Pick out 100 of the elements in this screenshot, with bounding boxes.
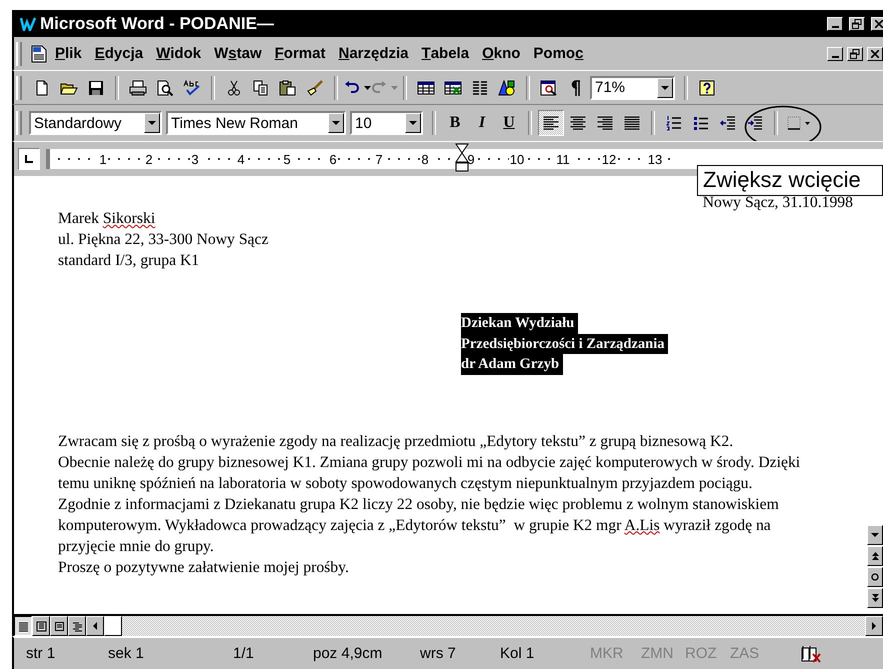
paintbrush-icon (306, 80, 324, 96)
menu-item[interactable]: Pomoc (528, 43, 590, 64)
previous-page-button[interactable] (867, 546, 883, 566)
document-close-button[interactable] (867, 46, 883, 60)
window-title: Microsoft Word - PODANIE— (40, 14, 274, 34)
dropdown-caret-icon (390, 86, 398, 90)
status-item: wrs 7 (420, 645, 457, 662)
menu-item[interactable]: Wstaw (209, 43, 268, 64)
close-icon (871, 50, 879, 58)
left-arrow-icon (93, 622, 97, 630)
pilcrow-icon (571, 80, 581, 96)
columns-icon (472, 80, 488, 94)
normal-view-icon (18, 620, 28, 632)
status-item: ZMN (641, 645, 674, 662)
outline-view-icon (72, 620, 82, 632)
bold-button[interactable]: B (442, 110, 468, 136)
body-text-line: Zwracam się z prośbą o wyrażenie zgody na realizację przedmiotu „Edytory tekstu” z grupą biznesową K2. (58, 432, 734, 452)
alignment-button[interactable] (538, 110, 564, 136)
dropdown-arrow-icon (148, 121, 156, 125)
body-text-line: Proszę o pozytywne załatwienie mojej prośby. (58, 558, 349, 578)
restore-icon (852, 18, 862, 28)
double-down-arrow-icon (872, 594, 878, 602)
close-icon (875, 20, 883, 28)
down-arrow-icon (871, 533, 879, 537)
printer-icon (129, 80, 147, 96)
zoom-dropdown[interactable]: 71% (590, 76, 675, 100)
status-item: sek 1 (108, 645, 145, 662)
sender-line: standard I/3, grupa K1 (58, 251, 200, 271)
style-dropdown[interactable]: Standardowy (29, 111, 162, 135)
sender-line: Marek Sikorski (58, 209, 156, 229)
table-grid-icon (417, 80, 435, 96)
italic-button[interactable]: I (469, 110, 495, 136)
right-arrow-icon (872, 622, 876, 630)
menu-item[interactable]: Okno (477, 43, 526, 64)
dropdown-arrow-icon (661, 86, 669, 90)
toolbar-grip[interactable] (16, 111, 22, 135)
scissors-icon (227, 80, 241, 96)
menu-item[interactable]: Tabela (416, 43, 476, 64)
ruler-number: 3 (190, 152, 200, 166)
book-check-icon (800, 644, 822, 662)
scroll-down-button[interactable] (867, 525, 883, 545)
document-restore-button[interactable] (847, 46, 863, 60)
word-logo-icon (20, 16, 36, 30)
dropdown-arrow-icon (409, 121, 417, 125)
justify-icon (624, 116, 640, 130)
body-text-line: Zgodnie z informacjami z Dziekanatu grupa K2 liczy 22 osoby, nie będzie więc problemu z wolnym stanowiskiem (58, 494, 779, 514)
scroll-left-button[interactable] (86, 616, 104, 636)
numbered-list-icon (666, 115, 682, 131)
restore-icon (850, 48, 860, 58)
status-item: ROZ (685, 645, 718, 662)
body-text-line: przyjęcie mnie do grupy. (58, 536, 214, 556)
ruler-number: 6 (328, 152, 338, 166)
tab-stop-button[interactable] (18, 148, 40, 170)
body-text-line: temu uniknę spóźnień na laboratoria w soboty spowodowanych częstym niepunktualnym przyjazdem pociągu. (58, 474, 752, 494)
restore-button[interactable] (849, 16, 865, 30)
status-item: poz 4,9cm (313, 645, 384, 662)
minimize-icon (832, 26, 838, 28)
body-text-line: komputerowym. Wykładowca prowadzący zajęcia z „Edytorów tekstu” w grupie K2 mgr A.Lis wyraził zgodę na (58, 516, 771, 536)
menu-item[interactable]: Plik (50, 43, 88, 64)
menu-item[interactable]: Narzędzia (333, 43, 415, 64)
view-button[interactable] (14, 616, 32, 636)
minimize-icon (832, 56, 838, 58)
document-minimize-button[interactable] (827, 46, 843, 60)
sender-line: ul. Piękna 22, 33-300 Nowy Sącz (58, 230, 268, 250)
date-line: Nowy Sącz, 31.10.1998 (702, 194, 853, 212)
spelling-check-icon (183, 80, 201, 96)
align-center-icon (570, 116, 586, 130)
underline-button[interactable]: U (496, 110, 522, 136)
indent-marker-icon[interactable] (455, 143, 469, 173)
align-left-icon (543, 116, 559, 130)
menu-item[interactable]: Widok (151, 43, 208, 64)
copy-icon (253, 80, 269, 96)
align-right-icon (597, 116, 613, 130)
close-button[interactable] (871, 16, 883, 30)
ruler-number: 2 (144, 152, 154, 166)
body-text-line: Obecnie należę do grupy biznesowej K1. Zmiana grupy pozwoli mi na odbycie zajęć komputerowych w środy. Dzięki (58, 452, 800, 472)
scroll-right-button[interactable] (865, 616, 883, 636)
tooltip: Zwiększ wcięcie (697, 165, 883, 196)
status-item: 1/1 (233, 645, 255, 662)
border-grid-icon (787, 115, 811, 131)
font-dropdown[interactable]: Times New Roman (166, 111, 346, 135)
font-size-dropdown[interactable]: 10 (350, 111, 423, 135)
online-layout-icon (36, 620, 46, 632)
increase-indent-icon (747, 115, 763, 131)
menu-item[interactable]: Format (270, 43, 332, 64)
ruler-number: 12 (600, 152, 618, 166)
toolbar-grip[interactable] (16, 42, 22, 66)
circle-icon (871, 573, 879, 581)
spreadsheet-icon (444, 80, 462, 96)
toolbar-grip[interactable] (16, 76, 22, 100)
ruler-number: 10 (508, 152, 526, 166)
next-page-button[interactable] (867, 588, 883, 608)
status-item: ZAS (730, 645, 760, 662)
minimize-button[interactable] (827, 16, 843, 30)
browse-object-button[interactable] (867, 567, 883, 587)
decrease-indent-icon (720, 115, 736, 131)
menu-item[interactable]: Edycja (90, 43, 150, 64)
double-up-arrow-icon (872, 552, 878, 560)
scroll-thumb[interactable] (104, 616, 122, 636)
ruler-number: 13 (646, 152, 664, 166)
